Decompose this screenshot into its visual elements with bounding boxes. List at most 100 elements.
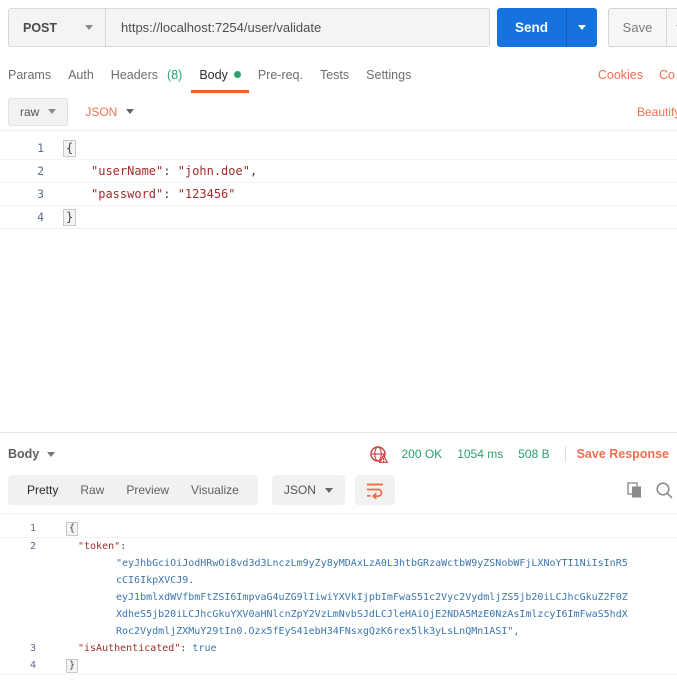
url-input[interactable]: https://localhost:7254/user/validate [106, 9, 489, 46]
editor-line-wrapped: XdheS5jb20iLCJhcGkuYXV0aHNlcnZpY2VzLmNvb… [0, 606, 677, 623]
code-line: { [42, 520, 79, 537]
save-options-button[interactable] [666, 9, 677, 46]
code-line: "userName": "john.doe", [91, 164, 258, 178]
code-line: "password": "123456" [91, 187, 236, 201]
editor-line-wrapped: eyJ1bmlxdWVfbmFtZSI6ImpvaG4uZG9lIiwiYXVk… [0, 589, 677, 606]
body-language-dropdown[interactable]: JSON [85, 104, 135, 119]
line-number [0, 589, 42, 606]
bracket-highlight: { [63, 140, 77, 157]
line-number: 4 [29, 660, 36, 671]
response-view-switcher: Pretty Raw Preview Visualize [8, 475, 258, 505]
copy-icon [627, 482, 641, 498]
send-button[interactable]: Send [497, 8, 566, 47]
body-format-row: raw JSON Beautify [0, 93, 677, 130]
editor-line-wrapped: "eyJhbGciOiJodHRwOi8vd3d3LnczLm9yZy8yMDA… [0, 555, 677, 572]
bracket-highlight: { [66, 522, 79, 536]
tab-params-label: Params [8, 67, 52, 82]
chevron-down-icon [47, 451, 56, 457]
request-body-editor[interactable]: 1 { 2 "userName": "john.doe", 3 "passwor… [0, 130, 677, 432]
editor-line: 1 { [0, 520, 677, 538]
editor-line: 4 } [0, 206, 677, 229]
tab-body[interactable]: Body [191, 56, 249, 93]
send-button-group: Send [497, 8, 597, 47]
code-line: "isAuthenticated": true [78, 643, 217, 654]
line-number: 3 [37, 187, 44, 201]
line-number [0, 555, 42, 572]
editor-line-wrapped: cCI6IkpXVCJ9. [0, 572, 677, 589]
tab-pre-request[interactable]: Pre-req. [258, 56, 303, 93]
response-size: 508 B [518, 447, 550, 461]
code-line: { [50, 137, 77, 159]
editor-line: 1 { [0, 137, 677, 160]
url-text: https://localhost:7254/user/validate [121, 20, 322, 35]
token-line: "eyJhbGciOiJodHRwOi8vd3d3LnczLm9yZy8yMDA… [116, 558, 628, 569]
method-dropdown[interactable]: POST [9, 9, 106, 46]
chevron-down-icon [126, 109, 135, 114]
view-preview[interactable]: Preview [115, 483, 180, 497]
search-button[interactable] [655, 481, 674, 503]
wrap-lines-button[interactable] [354, 475, 395, 505]
body-format-dropdown[interactable]: raw [8, 97, 69, 126]
editor-line: 2 "userName": "john.doe", [0, 160, 677, 183]
response-body-dropdown[interactable]: Body [8, 447, 56, 461]
response-body-label: Body [8, 447, 40, 461]
code-line: "token": [78, 541, 127, 552]
chevron-down-icon [578, 25, 586, 30]
request-tabs: Params Auth Headers (8) Body Pre-req. Te… [0, 56, 677, 93]
chevron-down-icon [85, 25, 93, 30]
tab-settings-label: Settings [366, 67, 412, 82]
tab-params[interactable]: Params [8, 56, 51, 93]
save-response-link[interactable]: Save Response [577, 447, 669, 461]
status-badge: 200 OK [401, 447, 443, 461]
ssl-certificate-warning-icon[interactable] [369, 445, 389, 464]
tab-body-label: Body [199, 67, 228, 82]
postman-request-view: { "request_bar": { "method": "POST", "ur… [0, 0, 677, 688]
editor-line: 2 "token": [0, 538, 677, 555]
cookies-link[interactable]: Cookies [598, 68, 643, 82]
token-line: Roc2VydmljZXMuY29tIn0.Ozx5fEyS41ebH34FNs… [116, 626, 520, 637]
view-pretty[interactable]: Pretty [16, 483, 69, 497]
response-status-group: 200 OK 1054 ms 508 B Save Response [369, 445, 669, 464]
response-language-dropdown[interactable]: JSON [271, 475, 345, 505]
tab-auth-label: Auth [68, 67, 94, 82]
send-options-button[interactable] [566, 8, 597, 47]
line-number: 2 [37, 164, 44, 178]
save-button[interactable]: Save [609, 9, 666, 46]
body-format-label: raw [20, 104, 40, 119]
code-link[interactable]: Co [659, 68, 675, 82]
chevron-down-icon [324, 487, 333, 493]
line-number [0, 606, 42, 623]
tab-auth[interactable]: Auth [68, 56, 94, 93]
tab-tests-label: Tests [319, 67, 350, 82]
search-icon [656, 482, 673, 499]
token-line: eyJ1bmlxdWVfbmFtZSI6ImpvaG4uZG9lIiwiYXVk… [116, 592, 628, 603]
tabs-right-links: Cookies Co [598, 68, 677, 82]
code-line: } [42, 657, 79, 674]
tab-headers[interactable]: Headers (8) [111, 56, 183, 93]
save-button-group: Save [608, 8, 677, 47]
wrap-lines-icon [366, 483, 383, 499]
line-number: 2 [29, 541, 36, 552]
body-language-label: JSON [85, 104, 118, 119]
response-meta-bar: Body 200 OK 1054 ms 508 B Save Response [0, 432, 677, 475]
editor-line: 3 "password": "123456" [0, 183, 677, 206]
code-line: } [50, 206, 77, 228]
copy-button[interactable] [627, 482, 642, 501]
beautify-link[interactable]: Beautify [637, 105, 677, 119]
tab-pre-request-label: Pre-req. [257, 67, 303, 82]
line-number: 4 [37, 210, 44, 224]
method-url-group: POST https://localhost:7254/user/validat… [8, 8, 490, 47]
bracket-highlight: } [66, 659, 79, 673]
response-body-viewer[interactable]: 1 { 2 "token": "eyJhbGciOiJodHRwOi8vd3d3… [0, 513, 677, 688]
view-raw[interactable]: Raw [69, 483, 115, 497]
editor-line: 4 } [0, 657, 677, 675]
tab-settings[interactable]: Settings [366, 56, 411, 93]
editor-line-wrapped: Roc2VydmljZXMuY29tIn0.Ozx5fEyS41ebH34FNs… [0, 623, 677, 640]
view-visualize[interactable]: Visualize [180, 483, 250, 497]
line-number [0, 572, 42, 589]
line-number: 3 [29, 643, 36, 654]
token-line: cCI6IkpXVCJ9. [116, 575, 195, 586]
chevron-down-icon [48, 109, 57, 114]
tab-tests[interactable]: Tests [320, 56, 349, 93]
request-url-bar: POST https://localhost:7254/user/validat… [0, 0, 677, 56]
